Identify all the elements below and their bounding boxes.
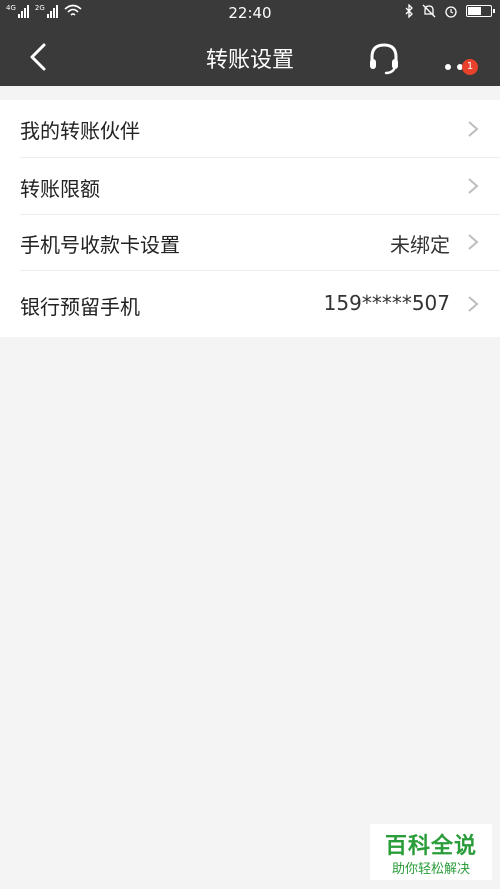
watermark-logo: 百科全说 助你轻松解决 [370,824,492,880]
battery-icon [466,5,495,17]
row-label: 银行预留手机 [20,295,140,319]
notification-badge: 1 [462,59,478,75]
row-label: 转账限额 [20,177,100,201]
chevron-right-icon [468,178,479,194]
row-phone-receiving-card[interactable]: 手机号收款卡设置 未绑定 [0,215,500,270]
page-title: 转账设置 [205,48,294,73]
status-bar: 4G 2G 22:40 [0,0,500,27]
watermark-subtitle: 助你轻松解决 [391,862,470,877]
settings-list: 我的转账伙伴 转账限额 手机号收款卡设置 未绑定 银行预留手机 159*****… [0,100,500,337]
row-value: 未绑定 [390,233,450,257]
row-value: 159*****507 [323,291,450,315]
row-label: 手机号收款卡设置 [20,233,180,257]
row-transfer-partners[interactable]: 我的转账伙伴 [0,100,500,157]
battery-fill [468,7,482,15]
back-arrow-icon[interactable] [22,39,58,75]
row-label: 我的转账伙伴 [20,119,140,143]
headset-icon[interactable] [364,37,404,77]
chevron-right-icon [468,121,479,137]
chevron-right-icon [468,296,479,312]
alarm-icon [445,6,457,18]
nav-bar: 转账设置 1 [0,27,500,86]
watermark-title: 百科全说 [384,834,477,859]
row-transfer-limit[interactable]: 转账限额 [0,158,500,214]
row-bank-reserved-phone[interactable]: 银行预留手机 159*****507 [0,271,500,337]
chevron-right-icon [468,234,479,250]
mute-icon [422,4,436,18]
status-right [404,4,495,18]
bluetooth-icon [405,4,413,18]
